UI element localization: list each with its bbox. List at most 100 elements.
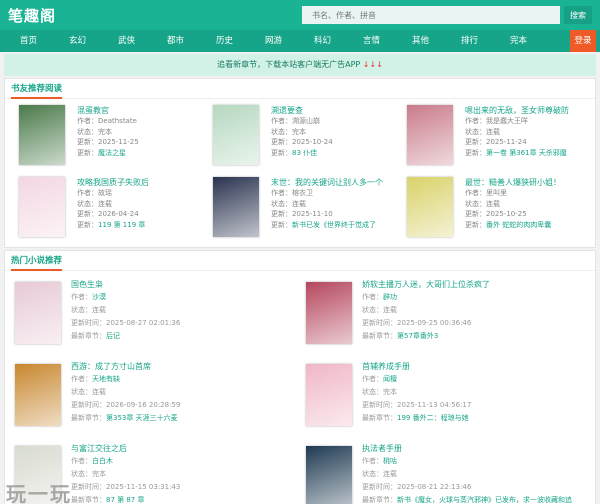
book-cover[interactable] xyxy=(19,105,65,165)
book-status: 状态：连载 xyxy=(465,127,500,136)
book-status: 状态：完本 xyxy=(77,127,112,136)
book-author: 作者：榕衣卫 xyxy=(271,189,313,197)
hot-book-item: 西游：成了方寸山首席 作者：天地有缺状态：连载更新时间：2026-09-16 20… xyxy=(9,355,300,437)
nav-kehuan[interactable]: 科幻 xyxy=(298,30,347,52)
book-status: 状态：完本 xyxy=(271,127,306,136)
nav-paihang[interactable]: 排行 xyxy=(445,30,494,52)
hot-book-item: 执法者手册 作者：桃咕状态：连载更新时间：2025-08-21 22:13:46 最… xyxy=(300,437,591,504)
book-latest-chapter[interactable]: 更新：番外 蛇蛇的肉肉卑囊 xyxy=(465,220,589,231)
nav-qita[interactable]: 其他 xyxy=(396,30,445,52)
book-item: 嗯出来的无敌，圣女师尊破防 作者：我是蠢大王咩 状态：连载更新：2025-11-24… xyxy=(397,101,591,173)
book-status: 状态：连载 xyxy=(271,199,306,208)
book-cover[interactable] xyxy=(15,364,61,426)
main-nav: 首页 玄幻 武侠 都市 历史 网游 科幻 言情 其他 排行 完本 登录 xyxy=(0,30,600,52)
book-latest-chapter[interactable]: 更新：魔法之星 xyxy=(77,148,201,159)
book-author: 作者：Deathstate xyxy=(77,117,137,125)
book-cover[interactable] xyxy=(407,105,453,165)
book-status: 状态：连载 xyxy=(77,199,112,208)
book-author[interactable]: 作者：天地有缺 xyxy=(71,373,298,386)
nav-home[interactable]: 首页 xyxy=(4,30,53,52)
down-arrows-icon: ↓↓↓ xyxy=(362,60,383,69)
hot-panel: 热门小说推荐 国色生枭 作者：沙漠 状态：连载 更新时间：2025-08-27 02:… xyxy=(4,250,596,504)
book-latest-chapter[interactable]: 最新章节：199 番外二：程琅与她 xyxy=(362,412,589,425)
app-download-notice[interactable]: 追看新章节，下载本站客户端无广告APP ↓↓↓ xyxy=(4,54,596,76)
nav-wangyou[interactable]: 网游 xyxy=(249,30,298,52)
book-cover[interactable] xyxy=(306,282,352,344)
book-cover[interactable] xyxy=(19,177,65,237)
book-cover[interactable] xyxy=(306,446,352,504)
book-latest-chapter[interactable]: 最新章节：第353章 天涯三十六麦 xyxy=(71,412,298,425)
book-cover[interactable] xyxy=(407,177,453,237)
book-update: 更新：2025-10-25 xyxy=(465,210,527,218)
book-latest-chapter[interactable]: 最新章节：第57章番外3 xyxy=(362,330,589,343)
book-title[interactable]: 与富江交往之后 xyxy=(71,442,298,455)
hot-book-item: 国色生枭 作者：沙漠状态：连载更新时间：2025-08-27 02:01:36 最新… xyxy=(9,273,300,355)
book-update: 更新：2025-11-24 xyxy=(465,138,527,146)
book-status: 状态：完本 xyxy=(362,388,397,396)
book-update-time: 更新时间：2026-09-16 20:28:59 xyxy=(71,401,181,409)
book-title[interactable]: 最世：糙善人爆狭研小姐！ xyxy=(465,177,589,188)
book-author[interactable]: 作者：桃咕 xyxy=(362,455,589,468)
login-button[interactable]: 登录 xyxy=(570,30,596,52)
book-status: 状态：连载 xyxy=(71,388,106,396)
book-title[interactable]: 混蛋教官 xyxy=(77,105,201,116)
book-latest-chapter[interactable]: 最新章节：后记 xyxy=(71,330,298,343)
nav-wanben[interactable]: 完本 xyxy=(494,30,543,52)
search-input[interactable] xyxy=(302,6,560,24)
nav-xuanhuan[interactable]: 玄幻 xyxy=(53,30,102,52)
nav-dushi[interactable]: 都市 xyxy=(151,30,200,52)
book-latest-chapter[interactable]: 最新章节：新书《魔女，火球与蒸汽邪神》已发布，求一波收藏和追 xyxy=(362,494,589,504)
book-item: 末世：我的关键词让别人多一个 作者：榕衣卫 状态：连载 更新：2025-11-10 更新… xyxy=(203,173,397,245)
nav-yanqing[interactable]: 言情 xyxy=(347,30,396,52)
book-cover[interactable] xyxy=(15,282,61,344)
book-title[interactable]: 西游：成了方寸山首席 xyxy=(71,360,298,373)
book-title[interactable]: 执法者手册 xyxy=(362,442,589,455)
book-update: 更新：2025-11-25 xyxy=(77,138,139,146)
recommend-list: 混蛋教官 作者：Deathstate 状态：完本更新：2025-11-25 更新：魔法… xyxy=(5,99,595,247)
book-update-time: 更新时间：2025-08-21 22:13:46 xyxy=(362,483,472,491)
site-logo[interactable]: 笔趣阁 xyxy=(8,5,56,26)
book-author[interactable]: 作者：辟功 xyxy=(362,291,589,304)
book-author[interactable]: 作者：沙漠 xyxy=(71,291,298,304)
search-button[interactable]: 搜索 xyxy=(564,6,592,24)
book-author[interactable]: 作者：白白木 xyxy=(71,455,298,468)
book-status: 状态：完本 xyxy=(71,470,106,478)
book-update-time: 更新时间：2025-11-13 04:56:17 xyxy=(362,401,472,409)
book-title[interactable]: 嗯出来的无敌，圣女师尊破防 xyxy=(465,105,589,116)
book-latest-chapter[interactable]: 最新章节：87 第 87 章 xyxy=(71,494,298,504)
hot-title: 热门小说推荐 xyxy=(5,251,595,271)
nav-wuxia[interactable]: 武侠 xyxy=(102,30,151,52)
book-cover[interactable] xyxy=(213,177,259,237)
book-cover[interactable] xyxy=(306,364,352,426)
book-title[interactable]: 溯遗要查 xyxy=(271,105,395,116)
book-latest-chapter[interactable]: 更新：第一卷 第361章 天杀邪魔 xyxy=(465,148,589,159)
book-item: 最世：糙善人爆狭研小姐！ 作者：里叫里 状态：连载 更新：2025-10-25 更新：番… xyxy=(397,173,591,245)
recommend-panel: 书友推荐阅读 混蛋教官 作者：Deathstate 状态：完本更新：2025-11-… xyxy=(4,78,596,248)
book-item: 混蛋教官 作者：Deathstate 状态：完本更新：2025-11-25 更新：魔法… xyxy=(9,101,203,173)
book-update-time: 更新时间：2025-09-25 00:36:46 xyxy=(362,319,472,327)
book-status: 状态：连载 xyxy=(362,470,397,478)
book-status: 状态：连载 xyxy=(362,306,397,314)
book-status: 状态：连载 xyxy=(71,306,106,314)
book-title[interactable]: 国色生枭 xyxy=(71,278,298,291)
nav-lishi[interactable]: 历史 xyxy=(200,30,249,52)
book-title[interactable]: 末世：我的关键词让别人多一个 xyxy=(271,177,395,188)
book-update: 更新：2026-04-24 xyxy=(77,210,139,218)
book-title[interactable]: 娇软主播万人迷，大哥们上位杀疯了 xyxy=(362,278,589,291)
book-author: 作者：溯源山崩 xyxy=(271,117,320,125)
top-bar: 笔趣阁 搜索 xyxy=(0,0,600,30)
book-author: 作者：我是蠢大王咩 xyxy=(465,117,528,125)
recommend-title: 书友推荐阅读 xyxy=(5,79,595,99)
book-latest-chapter[interactable]: 更新：83 仆佳 xyxy=(271,148,395,159)
book-latest-chapter[interactable]: 更新：119 第 119 章 xyxy=(77,220,201,231)
book-update: 更新：2025-10-24 xyxy=(271,138,333,146)
hot-book-item: 首辅养成手册 作者：闻檀状态：完本更新时间：2025-11-13 04:56:17… xyxy=(300,355,591,437)
notice-text: 追看新章节，下载本站客户端无广告APP xyxy=(217,60,361,69)
book-latest-chapter[interactable]: 更新：新书已发《世界终于觉成了 xyxy=(271,220,395,231)
book-title[interactable]: 首辅养成手册 xyxy=(362,360,589,373)
book-title[interactable]: 攻略我国质子失败后 xyxy=(77,177,201,188)
book-author: 作者：里叫里 xyxy=(465,189,507,197)
book-update-time: 更新时间：2025-08-27 02:01:36 xyxy=(71,319,181,327)
book-cover[interactable] xyxy=(213,105,259,165)
book-author[interactable]: 作者：闻檀 xyxy=(362,373,589,386)
